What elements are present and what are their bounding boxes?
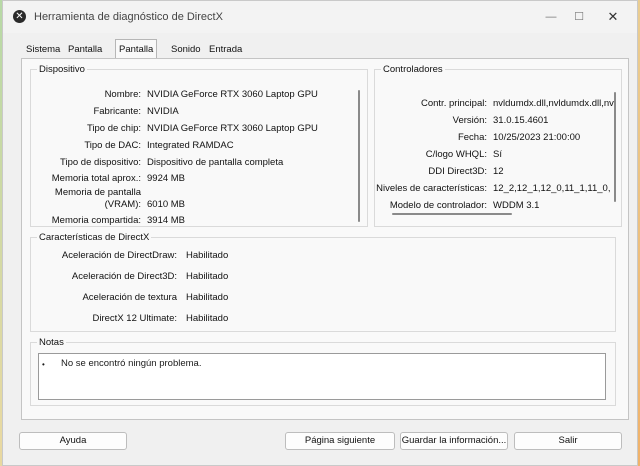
maximize-button[interactable]: ☐ — [565, 7, 593, 27]
notas-title: Notas — [37, 337, 66, 348]
modelo-label: Modelo de controlador: — [389, 200, 487, 211]
notes-textbox[interactable]: • No se encontró ningún problema. — [38, 353, 606, 400]
title-bar[interactable]: ✕ Herramienta de diagnóstico de DirectX … — [3, 1, 637, 33]
directx-features-group: Características de DirectX Aceleración d… — [30, 232, 616, 332]
ddi-direct3d-value: 12 — [493, 166, 504, 177]
niveles-value: 12_2,12_1,12_0,11_1,11_0, — [493, 183, 611, 194]
controladores-vscrollbar[interactable] — [614, 92, 616, 202]
whql-value: Sí — [493, 149, 502, 160]
memoria-compartida-value: 3914 MB — [147, 215, 186, 226]
direct3d-label: Aceleración de Direct3D: — [71, 271, 177, 282]
direct3d-value: Habilitado — [186, 271, 229, 282]
dxdiag-window: ✕ Herramienta de diagnóstico de DirectX … — [2, 0, 638, 466]
dx12-ultimate-value: Habilitado — [186, 313, 229, 324]
memoria-pantalla-label-2: (VRAM): — [104, 199, 141, 210]
notas-group: Notas • No se encontró ningún problema. — [30, 337, 616, 406]
directx-features-title: Características de DirectX — [37, 232, 152, 243]
whql-label: C/logo WHQL: — [425, 149, 487, 160]
save-info-button[interactable]: Guardar la información... — [400, 432, 508, 450]
fecha-value: 10/25/2023 21:00:00 — [493, 132, 581, 143]
tab-pantalla-2[interactable]: Pantalla 2 — [115, 39, 158, 74]
tipo-dispositivo-label: Tipo de dispositivo: — [60, 157, 141, 168]
memoria-total-value: 9924 MB — [147, 173, 186, 184]
tab-pantalla-1[interactable]: Pantalla 1 — [68, 41, 102, 73]
tab-sistema[interactable]: Sistema — [26, 41, 60, 59]
dx12-ultimate-label: DirectX 12 Ultimate: — [92, 313, 177, 324]
tipo-chip-label: Tipo de chip: — [86, 123, 141, 134]
textura-value: Habilitado — [186, 292, 229, 303]
memoria-compartida-label: Memoria compartida: — [51, 215, 141, 226]
minimize-button[interactable]: — — [537, 7, 565, 27]
contr-principal-value: nvldumdx.dll,nvldumdx.dll,nv — [493, 98, 614, 109]
dispositivo-scrollbar[interactable] — [358, 90, 360, 222]
nombre-label: Nombre: — [104, 89, 141, 100]
memoria-pantalla-label: Memoria de pantalla — [54, 187, 141, 198]
help-button[interactable]: Ayuda — [19, 432, 127, 450]
close-button[interactable]: ✕ — [599, 7, 627, 27]
tab-sonido[interactable]: Sonido — [171, 41, 201, 59]
controladores-hscrollbar[interactable] — [392, 213, 512, 215]
directx-app-icon: ✕ — [13, 10, 26, 23]
modelo-value: WDDM 3.1 — [493, 200, 540, 211]
tab-panel-pantalla-2: Dispositivo Nombre: NVIDIA GeForce RTX 3… — [21, 58, 629, 420]
version-value: 31.0.15.4601 — [493, 115, 549, 126]
dispositivo-title: Dispositivo — [37, 64, 87, 75]
memoria-total-label: Memoria total aprox.: — [51, 173, 141, 184]
next-page-button[interactable]: Página siguiente — [285, 432, 395, 450]
controladores-title: Controladores — [381, 64, 445, 75]
fabricante-label: Fabricante: — [93, 106, 141, 117]
controladores-group: Controladores Contr. principal: nvldumdx… — [374, 64, 622, 227]
tipo-dac-value: Integrated RAMDAC — [147, 140, 234, 151]
window-title: Herramienta de diagnóstico de DirectX — [34, 11, 223, 23]
tipo-dac-label: Tipo de DAC: — [84, 140, 141, 151]
directdraw-label: Aceleración de DirectDraw: — [61, 250, 177, 261]
dispositivo-group: Dispositivo Nombre: NVIDIA GeForce RTX 3… — [30, 64, 368, 227]
note-item: No se encontró ningún problema. — [61, 358, 202, 369]
niveles-label: Niveles de características: — [376, 183, 487, 194]
directdraw-value: Habilitado — [186, 250, 229, 261]
tipo-chip-value: NVIDIA GeForce RTX 3060 Laptop GPU — [147, 123, 318, 134]
exit-button[interactable]: Salir — [514, 432, 622, 450]
note-bullet: • — [42, 360, 45, 369]
tipo-dispositivo-value: Dispositivo de pantalla completa — [147, 157, 284, 168]
contr-principal-label: Contr. principal: — [420, 98, 487, 109]
tab-entrada[interactable]: Entrada — [209, 41, 242, 59]
fecha-label: Fecha: — [457, 132, 487, 143]
ddi-direct3d-label: DDI Direct3D: — [428, 166, 487, 177]
memoria-pantalla-value: 6010 MB — [147, 199, 186, 210]
version-label: Versión: — [452, 115, 487, 126]
nombre-value: NVIDIA GeForce RTX 3060 Laptop GPU — [147, 89, 318, 100]
textura-label: Aceleración de textura — [82, 292, 177, 303]
fabricante-value: NVIDIA — [147, 106, 179, 117]
